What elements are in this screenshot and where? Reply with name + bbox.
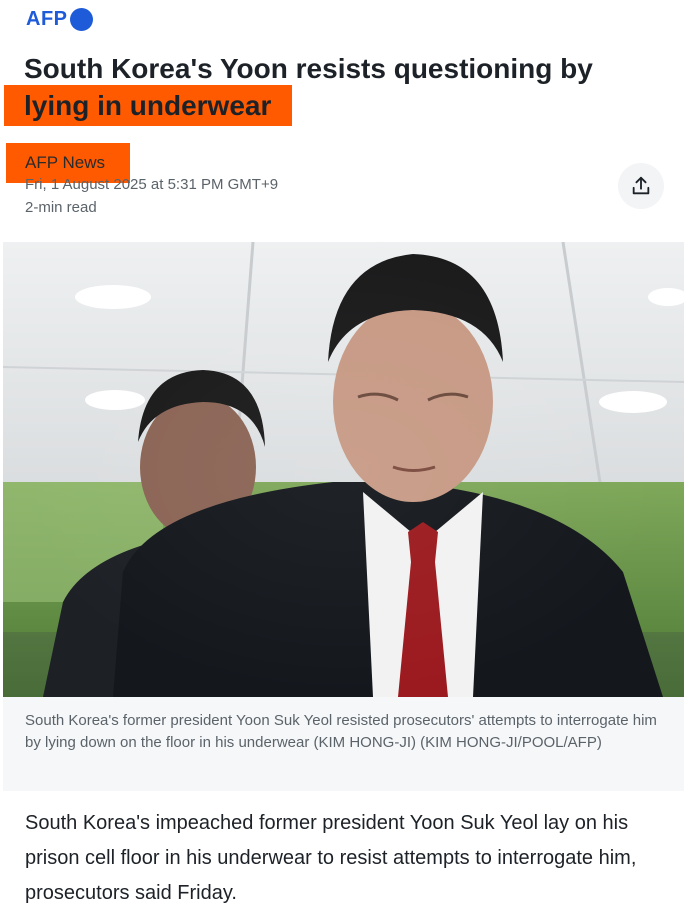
- article-date: Fri, 1 August 2025 at 5:31 PM GMT+9: [25, 176, 279, 193]
- share-button[interactable]: [618, 163, 664, 209]
- headline-line2: lying in underwear: [24, 90, 272, 121]
- article-body-paragraph: South Korea's impeached former president…: [25, 812, 637, 904]
- share-icon: [632, 176, 650, 195]
- brand-dot-icon: [69, 8, 93, 31]
- image-caption: South Korea's former president Yoon Suk …: [25, 712, 657, 751]
- read-time: 2-min read: [25, 199, 97, 216]
- brand-name: AFP: [26, 8, 68, 30]
- afp-logo[interactable]: AFP: [26, 8, 93, 31]
- headline-line1: South Korea's Yoon resists questioning b…: [24, 53, 593, 84]
- article-source[interactable]: AFP News: [25, 153, 105, 173]
- article-photo: [3, 242, 684, 697]
